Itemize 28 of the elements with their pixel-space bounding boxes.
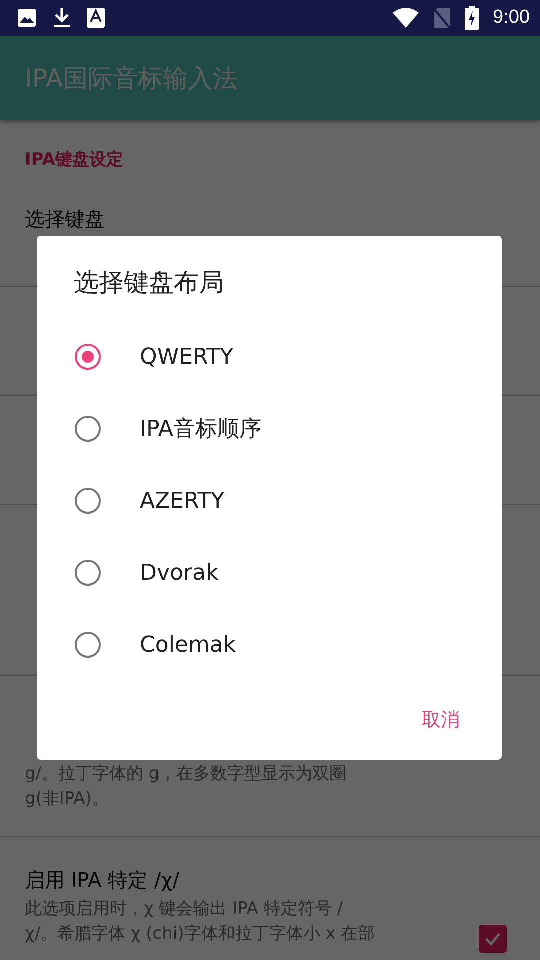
radio-option[interactable]: AZERTY [37, 465, 502, 537]
setting-description: χ/。希腊字体 χ (chi)字体和拉丁字体小 x 在部 [25, 923, 376, 946]
radio-option[interactable]: Dvorak [37, 537, 502, 609]
battery-charging-icon [465, 6, 480, 30]
clock-time: 9:00 [493, 7, 530, 29]
font-icon [87, 8, 105, 28]
radio-option[interactable]: IPA音标顺序 [37, 393, 502, 465]
radio-button[interactable] [75, 344, 101, 370]
app-title: IPA国际音标输入法 [25, 62, 238, 94]
no-sim-icon [433, 7, 452, 29]
setting-description: g(非IPA)。 [25, 788, 110, 811]
download-icon [53, 7, 71, 29]
checkbox[interactable] [479, 925, 507, 953]
radio-button[interactable] [75, 560, 101, 586]
cancel-button[interactable]: 取消 [408, 697, 474, 743]
setting-title: 选择键盘 [25, 206, 106, 233]
dialog-title: 选择键盘布局 [74, 267, 225, 299]
image-icon [17, 8, 37, 28]
radio-option[interactable]: Colemak [37, 609, 502, 681]
wifi-icon [393, 8, 420, 28]
radio-button[interactable] [75, 488, 101, 514]
radio-option[interactable]: QWERTY [37, 321, 502, 393]
radio-button[interactable] [75, 416, 101, 442]
setting-description: 此选项启用时，χ 键会输出 IPA 特定符号 / [25, 898, 344, 921]
setting-title: 启用 IPA 特定 /χ/ [25, 867, 180, 894]
setting-description: g/。拉丁字体的 g，在多数字型显示为双圈 [25, 763, 348, 786]
section-header: IPA键盘设定 [25, 150, 124, 170]
radio-button[interactable] [75, 632, 101, 658]
